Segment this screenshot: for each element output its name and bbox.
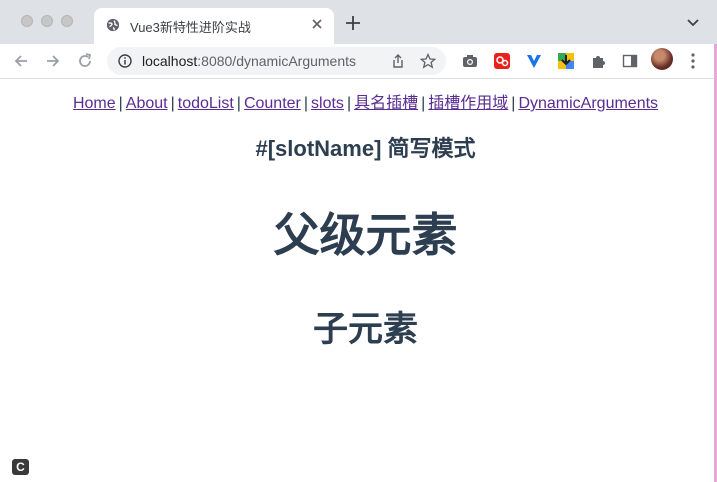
- nav-link-dynamic-arguments[interactable]: DynamicArguments: [518, 95, 658, 112]
- close-icon[interactable]: [308, 15, 326, 33]
- nav-link-todolist[interactable]: todoList: [178, 95, 234, 112]
- globe-icon: [106, 18, 120, 32]
- nav-link-slots[interactable]: slots: [311, 95, 344, 112]
- camera-icon[interactable]: [462, 53, 478, 69]
- close-window-button[interactable]: [21, 15, 33, 27]
- browser-toolbar: localhost:8080/dynamicArguments: [0, 44, 717, 79]
- nav-separator: |: [421, 95, 426, 112]
- extension-badge-icon[interactable]: C: [12, 459, 29, 475]
- address-bar[interactable]: localhost:8080/dynamicArguments: [107, 47, 446, 75]
- parent-element-heading: 父级元素: [273, 209, 458, 261]
- nav-link-counter[interactable]: Counter: [244, 95, 301, 112]
- info-icon[interactable]: [118, 54, 132, 68]
- reload-icon[interactable]: [76, 52, 94, 70]
- minimize-window-button[interactable]: [41, 15, 53, 27]
- nav-link-about[interactable]: About: [126, 95, 168, 112]
- child-element-heading: 子元素: [312, 310, 418, 349]
- slot-shorthand-heading: #[slotName] 简写模式: [255, 136, 476, 161]
- red-extension-icon[interactable]: [494, 53, 510, 69]
- nav-separator: |: [303, 95, 309, 112]
- bookmark-star-icon[interactable]: [420, 53, 436, 69]
- nav-separator: |: [511, 95, 516, 112]
- back-arrow-icon[interactable]: [12, 52, 30, 70]
- maximize-window-button[interactable]: [61, 15, 73, 27]
- plus-icon[interactable]: [345, 15, 361, 31]
- chevron-down-icon[interactable]: [686, 18, 700, 28]
- nav-separator: |: [346, 95, 352, 112]
- url-text[interactable]: localhost:8080/dynamicArguments: [142, 53, 356, 69]
- profile-avatar[interactable]: [651, 48, 673, 70]
- active-tab[interactable]: Vue3新特性进阶实战: [94, 8, 334, 44]
- tab-strip: Vue3新特性进阶实战: [0, 0, 717, 44]
- side-panel-icon[interactable]: [622, 53, 638, 69]
- share-icon[interactable]: [390, 53, 406, 69]
- page-content: Home | About | todoList | Counter | slots | 具名插槽 | 插…: [0, 79, 717, 482]
- nav-separator: |: [118, 95, 123, 112]
- nav-link-scoped-slots[interactable]: 插槽作用域: [428, 95, 508, 112]
- route-nav: Home | About | todoList | Counter | slots | 具名插槽 | 插…: [0, 89, 717, 113]
- nav-link-home[interactable]: Home: [73, 95, 116, 112]
- nav-link-named-slots[interactable]: 具名插槽: [354, 95, 418, 112]
- download-extension-icon[interactable]: [558, 53, 574, 69]
- nav-separator: |: [236, 95, 241, 112]
- forward-arrow-icon[interactable]: [44, 52, 62, 70]
- vue-devtools-icon[interactable]: [526, 53, 542, 69]
- puzzle-extensions-icon[interactable]: [590, 53, 606, 69]
- tab-title: Vue3新特性进阶实战: [130, 20, 251, 35]
- more-menu-icon[interactable]: [690, 52, 696, 70]
- nav-separator: |: [170, 95, 175, 112]
